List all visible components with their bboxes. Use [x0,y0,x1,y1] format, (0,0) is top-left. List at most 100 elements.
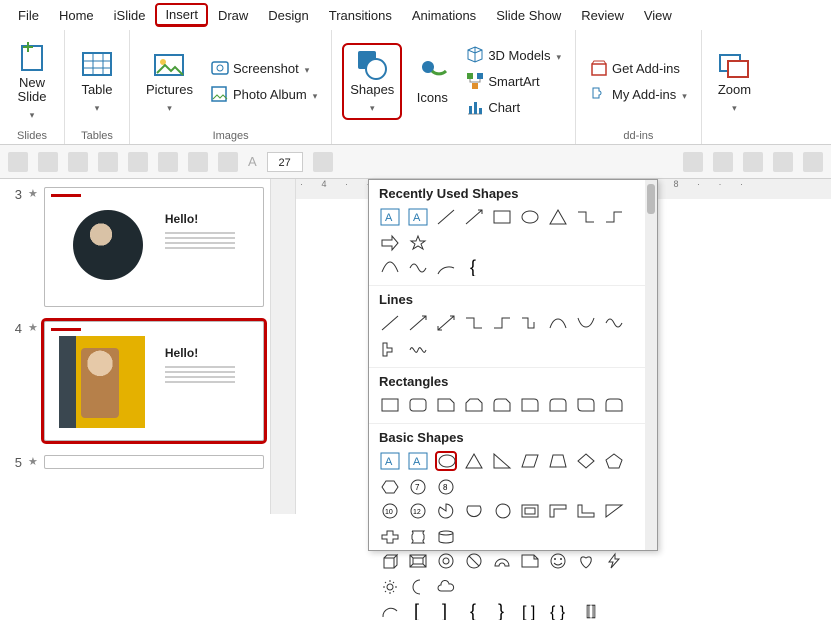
qt-item[interactable] [158,152,178,172]
my-addins-button[interactable]: My Add-ins [586,83,691,105]
shape-oval[interactable] [435,451,457,471]
shape-line-double[interactable] [435,313,457,333]
shape-frame[interactable] [519,501,541,521]
shape-plaque[interactable] [407,527,429,547]
shape-line[interactable] [379,313,401,333]
shape-bracket-r[interactable]: ] [435,601,457,621]
tab-home[interactable]: Home [49,4,104,27]
shape-moon[interactable] [407,577,429,597]
3d-models-button[interactable]: 3D Models [462,44,565,66]
qt-item[interactable] [773,152,793,172]
shape-rect-round2[interactable] [547,395,569,415]
shape-brace[interactable]: { [463,257,485,277]
screenshot-button[interactable]: Screenshot [207,57,321,79]
tab-islide[interactable]: iSlide [104,4,156,27]
qt-item[interactable] [743,152,763,172]
tab-animations[interactable]: Animations [402,4,486,27]
shape-bevel[interactable] [407,551,429,571]
shape-diagonal[interactable] [603,501,625,521]
tab-review[interactable]: Review [571,4,634,27]
slide-thumb-5[interactable]: 5 ★ [4,455,266,470]
table-button[interactable]: Table [75,45,119,118]
smartart-button[interactable]: SmartArt [462,70,565,92]
qt-item[interactable] [683,152,703,172]
shape-rect-snip1[interactable] [435,395,457,415]
shape-double-bracket[interactable]: 〚〛 [575,601,597,621]
shape-arrow-right[interactable] [379,233,401,253]
shape-line-arrow[interactable] [407,313,429,333]
shape-freeform[interactable] [379,339,401,359]
shape-right-triangle[interactable] [491,451,513,471]
tab-transitions[interactable]: Transitions [319,4,402,27]
shape-connector[interactable] [575,207,597,227]
slide-thumb-3[interactable]: 3 ★ Hello! [4,187,266,307]
shape-decagon[interactable]: 10 [379,501,401,521]
shape-scribble[interactable] [407,257,429,277]
qt-item[interactable] [803,152,823,172]
shape-lightning[interactable] [603,551,625,571]
shape-noSymbol[interactable] [463,551,485,571]
shape-donut[interactable] [435,551,457,571]
qt-item[interactable] [68,152,88,172]
shape-scribble[interactable] [407,339,429,359]
tab-slideshow[interactable]: Slide Show [486,4,571,27]
qt-item[interactable] [38,152,58,172]
shape-rect-round1[interactable] [519,395,541,415]
shape-freeform[interactable] [379,257,401,277]
shape-triangle[interactable] [547,207,569,227]
shape-sun[interactable] [379,577,401,597]
slide-thumb-4[interactable]: 4 ★ Hello! [4,321,266,441]
pictures-button[interactable]: Pictures [140,45,199,118]
tab-file[interactable]: File [8,4,49,27]
shape-line[interactable] [435,207,457,227]
shapes-button[interactable]: Shapes [342,43,402,120]
shape-hexagon[interactable] [379,477,401,497]
tab-design[interactable]: Design [258,4,318,27]
shape-curve2[interactable] [575,313,597,333]
shape-l[interactable] [575,501,597,521]
shape-teardrop[interactable] [491,501,513,521]
icons-button[interactable]: Icons [410,53,454,109]
shape-bracket-l[interactable]: [ [407,601,429,621]
get-addins-button[interactable]: Get Add-ins [586,57,691,79]
shape-curve[interactable] [547,313,569,333]
qt-item[interactable] [188,152,208,172]
shape-brace-pair[interactable]: { } [547,601,569,621]
shape-blockArc[interactable] [491,551,513,571]
shape-parallelogram[interactable] [519,451,541,471]
shape-cross[interactable] [379,527,401,547]
tab-draw[interactable]: Draw [208,4,258,27]
shape-rect[interactable] [379,395,401,415]
shape-textbox[interactable]: A [379,207,401,227]
shape-textbox-v[interactable]: A [407,207,429,227]
shape-smiley[interactable] [547,551,569,571]
qt-item[interactable] [313,152,333,172]
shape-cube[interactable] [379,551,401,571]
shape-elbow2[interactable] [491,313,513,333]
shape-diamond[interactable] [575,451,597,471]
tab-view[interactable]: View [634,4,682,27]
shape-heart[interactable] [575,551,597,571]
qt-item[interactable] [128,152,148,172]
shape-rect-snip2[interactable] [463,395,485,415]
shape-can[interactable] [435,527,457,547]
shape-dodecagon[interactable]: 12 [407,501,429,521]
shape-textbox[interactable]: A [379,451,401,471]
shape-heptagon[interactable]: 7 [407,477,429,497]
photo-album-button[interactable]: Photo Album [207,83,321,105]
qt-item[interactable] [713,152,733,172]
shape-curve3[interactable] [603,313,625,333]
shape-pie[interactable] [435,501,457,521]
shape-star[interactable] [407,233,429,253]
shape-rect[interactable] [491,207,513,227]
shape-brace-l[interactable]: { [463,601,485,621]
shape-folded[interactable] [519,551,541,571]
font-size-box[interactable]: 27 [267,152,303,172]
gallery-scrollbar[interactable] [645,180,657,550]
shape-cloud[interactable] [435,577,457,597]
shape-chord[interactable] [463,501,485,521]
shape-octagon[interactable]: 8 [435,477,457,497]
shape-half-frame[interactable] [547,501,569,521]
new-slide-button[interactable]: New Slide [10,38,54,125]
zoom-button[interactable]: Zoom [712,45,757,118]
